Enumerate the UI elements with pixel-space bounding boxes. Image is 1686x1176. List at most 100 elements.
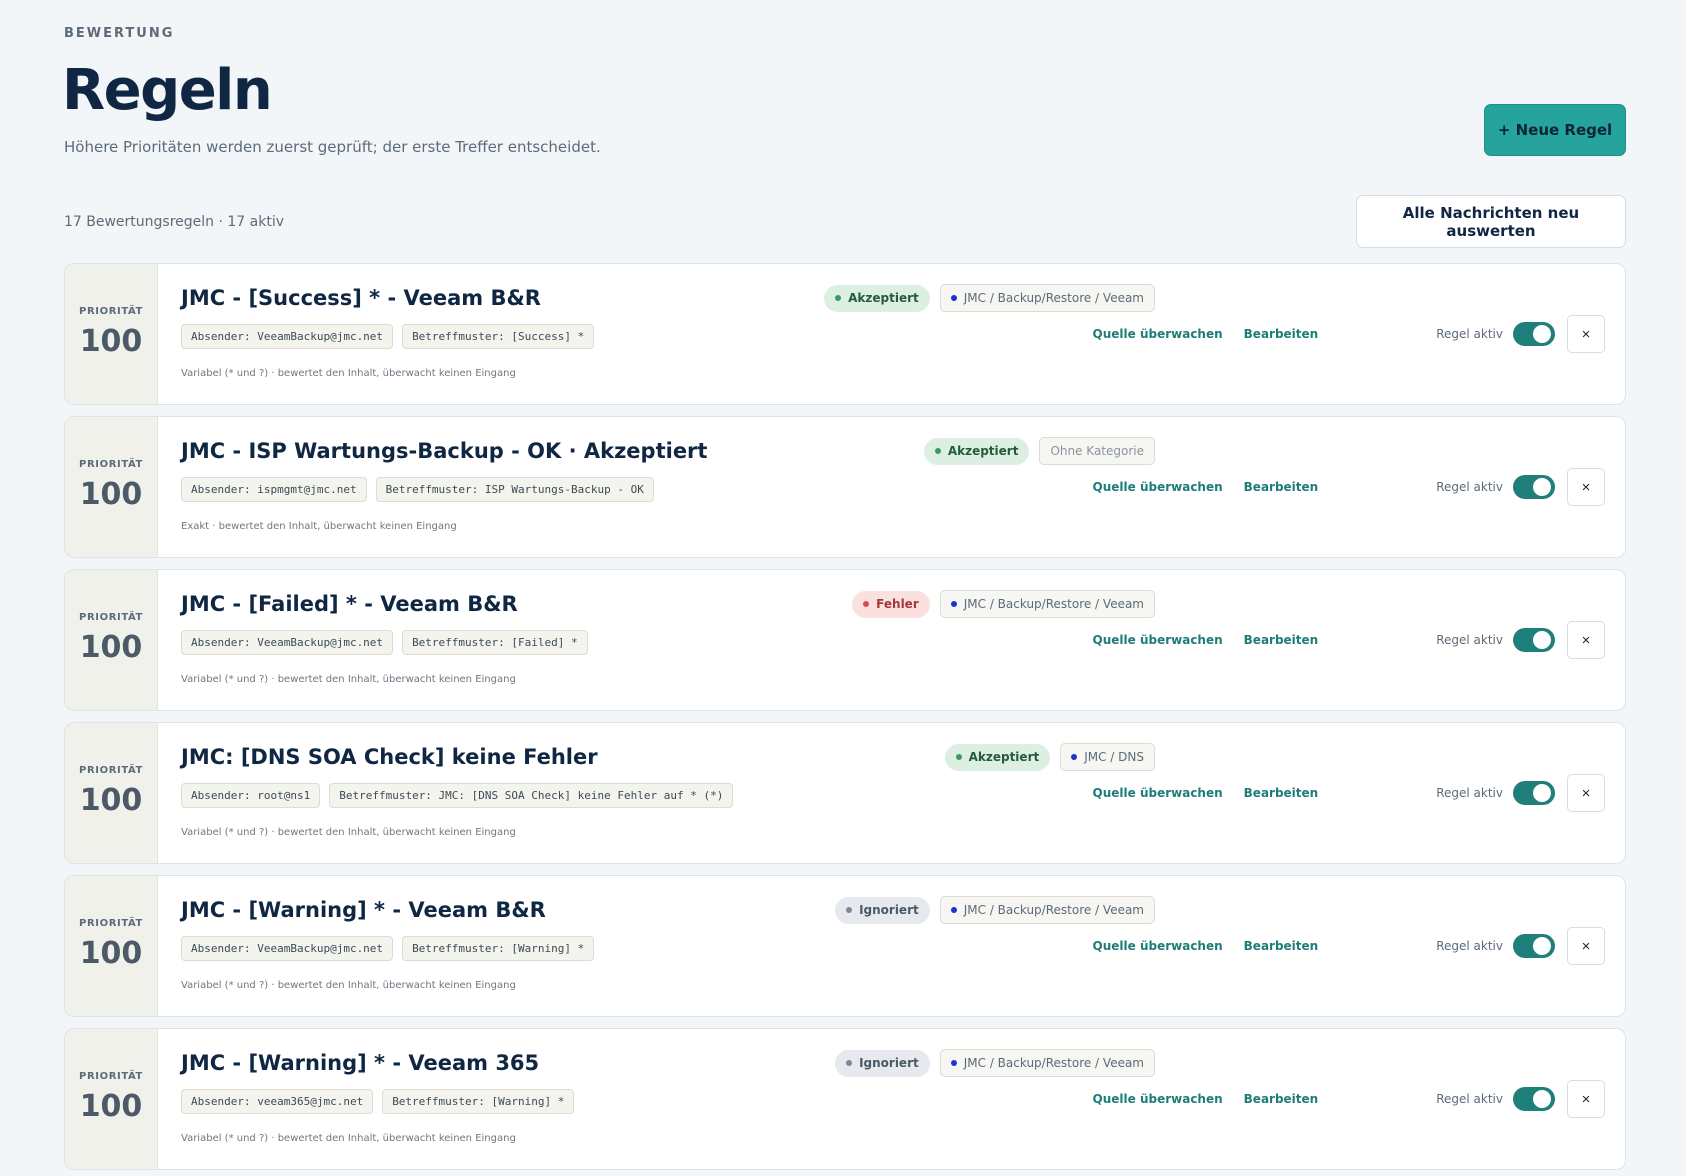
status-label: Akzeptiert	[848, 291, 919, 305]
rule-name: JMC - [Success] * - Veeam B&R	[181, 286, 541, 310]
priority-value: 100	[79, 324, 143, 359]
priority-label: PRIORITÄT	[79, 612, 143, 623]
rule-active-label: Regel aktiv	[1436, 939, 1503, 953]
delete-rule-button[interactable]: ×	[1567, 468, 1605, 506]
category-dot-icon	[950, 907, 957, 913]
rule-actions: Quelle überwachen Bearbeiten Regel aktiv…	[1093, 417, 1605, 557]
priority-value: 100	[79, 477, 143, 512]
priority-label: PRIORITÄT	[79, 459, 143, 470]
rule-name: JMC - ISP Wartungs-Backup - OK · Akzepti…	[181, 439, 708, 463]
toggle-knob	[1533, 937, 1551, 955]
priority-panel: PRIORITÄT 100	[65, 1029, 158, 1169]
close-icon: ×	[1581, 325, 1591, 343]
sender-chip: Absender: veeam365@jmc.net	[181, 1089, 374, 1114]
close-icon: ×	[1581, 937, 1591, 955]
status-label: Fehler	[876, 597, 919, 611]
rule-active-label: Regel aktiv	[1436, 1092, 1503, 1106]
category-dot-icon	[950, 1060, 957, 1066]
watch-source-link[interactable]: Quelle überwachen	[1093, 327, 1223, 341]
watch-source-link[interactable]: Quelle überwachen	[1093, 939, 1223, 953]
status-badge: Akzeptiert	[944, 743, 1051, 771]
rule-active-label: Regel aktiv	[1436, 327, 1503, 341]
close-icon: ×	[1581, 631, 1591, 649]
rule-match-note: Variabel (* und ?) · bewertet den Inhalt…	[181, 980, 516, 991]
priority-panel: PRIORITÄT 100	[65, 570, 158, 710]
watch-source-link[interactable]: Quelle überwachen	[1093, 786, 1223, 800]
rule-criteria: Absender: ispmgmt@jmc.net Betreffmuster:…	[181, 477, 654, 502]
priority-value: 100	[79, 936, 143, 971]
rule-criteria: Absender: VeeamBackup@jmc.net Betreffmus…	[181, 324, 595, 349]
rule-match-note: Variabel (* und ?) · bewertet den Inhalt…	[181, 827, 516, 838]
edit-rule-link[interactable]: Bearbeiten	[1244, 1092, 1319, 1106]
rule-active-toggle[interactable]	[1513, 322, 1555, 346]
rule-active-toggle[interactable]	[1513, 934, 1555, 958]
watch-source-link[interactable]: Quelle überwachen	[1093, 633, 1223, 647]
status-badge: Fehler	[852, 590, 930, 618]
delete-rule-button[interactable]: ×	[1567, 621, 1605, 659]
priority-panel: PRIORITÄT 100	[65, 264, 158, 404]
edit-rule-link[interactable]: Bearbeiten	[1244, 480, 1319, 494]
subject-pattern-chip: Betreffmuster: [Failed] *	[402, 630, 588, 655]
status-badge: Akzeptiert	[923, 437, 1030, 465]
rule-active-label: Regel aktiv	[1436, 633, 1503, 647]
rule-card: PRIORITÄT 100 JMC - [Warning] * - Veeam …	[64, 1028, 1626, 1170]
new-rule-button[interactable]: + Neue Regel	[1484, 104, 1626, 156]
edit-rule-link[interactable]: Bearbeiten	[1244, 786, 1319, 800]
edit-rule-link[interactable]: Bearbeiten	[1244, 633, 1319, 647]
status-dot-icon	[835, 295, 842, 301]
rule-match-note: Variabel (* und ?) · bewertet den Inhalt…	[181, 1133, 516, 1144]
delete-rule-button[interactable]: ×	[1567, 1080, 1605, 1118]
rule-name: JMC - [Warning] * - Veeam B&R	[181, 898, 546, 922]
rule-active-label: Regel aktiv	[1436, 786, 1503, 800]
rule-match-note: Variabel (* und ?) · bewertet den Inhalt…	[181, 674, 516, 685]
toggle-knob	[1533, 1090, 1551, 1108]
rule-active-toggle[interactable]	[1513, 1087, 1555, 1111]
delete-rule-button[interactable]: ×	[1567, 774, 1605, 812]
rules-summary: 17 Bewertungsregeln · 17 aktiv	[64, 214, 285, 230]
status-dot-icon	[846, 1060, 853, 1066]
rule-card: PRIORITÄT 100 JMC - [Success] * - Veeam …	[64, 263, 1626, 405]
status-dot-icon	[934, 448, 941, 454]
close-icon: ×	[1581, 784, 1591, 802]
toggle-knob	[1533, 325, 1551, 343]
category-dot-icon	[950, 295, 957, 301]
subject-pattern-chip: Betreffmuster: [Warning] *	[382, 1089, 575, 1114]
rule-active-label: Regel aktiv	[1436, 480, 1503, 494]
priority-value: 100	[79, 1089, 143, 1124]
status-label: Akzeptiert	[947, 444, 1019, 458]
sender-chip: Absender: VeeamBackup@jmc.net	[181, 630, 394, 655]
edit-rule-link[interactable]: Bearbeiten	[1244, 327, 1319, 341]
sender-chip: Absender: ispmgmt@jmc.net	[181, 477, 367, 502]
subject-pattern-chip: Betreffmuster: ISP Wartungs-Backup - OK	[375, 477, 654, 502]
delete-rule-button[interactable]: ×	[1567, 927, 1605, 965]
edit-rule-link[interactable]: Bearbeiten	[1244, 939, 1319, 953]
category-dot-icon	[950, 601, 957, 607]
status-badge: Ignoriert	[835, 1049, 930, 1077]
rule-name: JMC - [Warning] * - Veeam 365	[181, 1051, 540, 1075]
priority-label: PRIORITÄT	[79, 1071, 143, 1082]
toggle-knob	[1533, 631, 1551, 649]
rule-match-note: Variabel (* und ?) · bewertet den Inhalt…	[181, 368, 516, 379]
status-label: Akzeptiert	[968, 750, 1040, 764]
rule-criteria: Absender: VeeamBackup@jmc.net Betreffmus…	[181, 630, 588, 655]
rule-active-toggle[interactable]	[1513, 781, 1555, 805]
status-label: Ignoriert	[859, 903, 919, 917]
watch-source-link[interactable]: Quelle überwachen	[1093, 1092, 1223, 1106]
status-dot-icon	[846, 907, 853, 913]
delete-rule-button[interactable]: ×	[1567, 315, 1605, 353]
rule-card: PRIORITÄT 100 JMC: [DNS SOA Check] keine…	[64, 722, 1626, 864]
rule-active-toggle[interactable]	[1513, 628, 1555, 652]
priority-label: PRIORITÄT	[79, 306, 143, 317]
close-icon: ×	[1581, 1090, 1591, 1108]
rule-card: PRIORITÄT 100 JMC - [Failed] * - Veeam B…	[64, 569, 1626, 711]
watch-source-link[interactable]: Quelle überwachen	[1093, 480, 1223, 494]
reevaluate-all-button[interactable]: Alle Nachrichten neu auswerten	[1356, 195, 1626, 248]
priority-label: PRIORITÄT	[79, 765, 143, 776]
sender-chip: Absender: root@ns1	[181, 783, 321, 808]
rule-active-toggle[interactable]	[1513, 475, 1555, 499]
rule-list: PRIORITÄT 100 JMC - [Success] * - Veeam …	[64, 263, 1626, 1176]
subject-pattern-chip: Betreffmuster: JMC: [DNS SOA Check] kein…	[329, 783, 734, 808]
rule-actions: Quelle überwachen Bearbeiten Regel aktiv…	[1093, 570, 1605, 710]
priority-panel: PRIORITÄT 100	[65, 876, 158, 1016]
rule-criteria: Absender: veeam365@jmc.net Betreffmuster…	[181, 1089, 575, 1114]
